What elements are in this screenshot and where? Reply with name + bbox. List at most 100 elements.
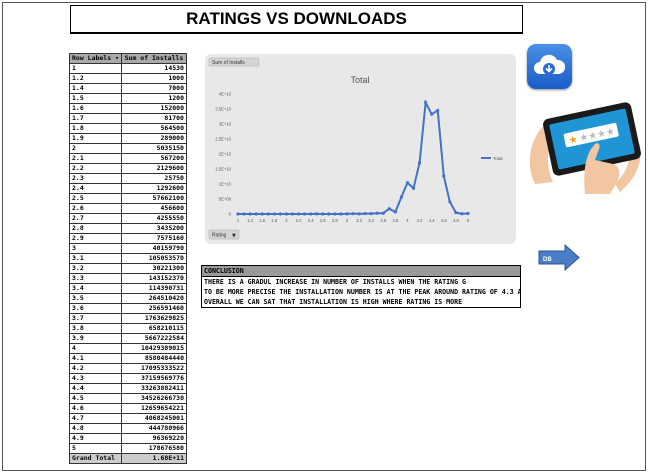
row-value: 17095333522 [120,363,187,374]
table-row[interactable]: 4.4 33263882411 [69,383,187,394]
table-row[interactable]: 4.8 444780966 [69,423,187,434]
y-tick-label: 1E+10 [219,182,232,187]
data-point [339,212,343,216]
table-row[interactable]: 4.1 8580484440 [69,353,187,364]
table-row[interactable]: 5 178676580 [69,443,187,454]
table-row[interactable]: 3.6 256591460 [69,303,187,314]
table-row[interactable]: 3.2 30221300 [69,263,187,274]
table-row[interactable]: 3 40159790 [69,243,187,254]
row-label: 3 [69,243,122,254]
row-label: 1.8 [69,123,122,134]
table-row[interactable]: 4.3 37159569776 [69,373,187,384]
row-label: 4.9 [69,433,122,444]
row-value: 256591460 [120,303,187,314]
rating-axis-field-label: Rating [212,233,227,239]
row-label: 4.2 [69,363,122,374]
table-row[interactable]: 3.7 1763629825 [69,313,187,324]
tablet-rating-illustration: ★ ★★★★ [525,94,645,199]
row-value: 5035150 [120,143,187,154]
table-row[interactable]: 4.5 34526266730 [69,393,187,404]
table-row[interactable]: 1.5 1200 [69,93,187,104]
table-row[interactable]: 1.7 81700 [69,113,187,124]
row-label: 2.4 [69,183,122,194]
table-row[interactable]: 2.3 25750 [69,173,187,184]
table-row[interactable]: 1.4 7000 [69,83,187,94]
table-row[interactable]: 4.9 96369220 [69,433,187,444]
conclusion-line-2: TO BE MORE PRECISE THE INSTALLATION NUMB… [201,287,521,297]
row-label: 3.3 [69,273,122,284]
row-label: 3.9 [69,333,122,344]
x-tick-label: 3 [346,218,349,223]
data-point [266,212,270,216]
filter-dropdown-icon[interactable]: ▾ [115,55,119,63]
table-row[interactable]: 3.8 658210115 [69,323,187,334]
row-value: 10429389015 [120,343,187,354]
table-row[interactable]: 3.9 5667222584 [69,333,187,344]
data-point [430,112,434,116]
db-arrow-shape[interactable]: DB [538,243,580,272]
row-label: 5 [69,443,122,454]
row-value: 30221300 [120,263,187,274]
table-row[interactable]: 1.9 289000 [69,133,187,144]
row-label: 2.1 [69,153,122,164]
table-row[interactable]: 2.8 3435200 [69,223,187,234]
table-row[interactable]: 2.6 456600 [69,203,187,214]
table-row[interactable]: 1 14530 [69,63,187,74]
row-label: 2.9 [69,233,122,244]
table-row[interactable]: 2.1 567200 [69,153,187,164]
y-tick-label: 2.5E+10 [215,137,231,142]
table-row[interactable]: 4.6 12659654221 [69,403,187,414]
row-label: 3.1 [69,253,122,264]
table-row[interactable]: 3.4 114390731 [69,283,187,294]
row-label: 3.7 [69,313,122,324]
table-row[interactable]: 1.2 1000 [69,73,187,84]
table-row[interactable]: 2.2 2129600 [69,163,187,174]
table-row[interactable]: 3.5 264510420 [69,293,187,304]
row-value: 37159569776 [120,373,187,384]
row-value: 658210115 [120,323,187,334]
row-label: 2.2 [69,163,122,174]
sum-installs-field-label: Sum of Installs [212,60,245,66]
data-point [321,212,325,216]
db-arrow-label: DB [543,257,552,263]
x-tick-label: 3.6 [380,218,386,223]
chart-title: Total [350,75,369,85]
row-label: 1.4 [69,83,122,94]
data-point [442,174,446,178]
table-row[interactable]: 1.8 564500 [69,123,187,134]
x-tick-label: 2.2 [296,218,302,223]
x-tick-label: 1 [237,218,240,223]
row-value: 114390731 [120,283,187,294]
x-tick-label: 2.8 [332,218,338,223]
data-point [411,186,416,190]
row-label: 4.5 [69,393,122,404]
row-value: 8580484440 [120,353,187,364]
row-value: 289000 [120,133,187,144]
table-row[interactable]: 1.6 152000 [69,103,187,114]
row-label: 4.7 [69,413,122,424]
row-label: 1.5 [69,93,122,104]
table-row[interactable]: 3.3 143152370 [69,273,187,284]
data-point [333,212,337,216]
row-value: 143152370 [120,273,187,284]
row-label: 1.9 [69,133,122,144]
table-row[interactable]: 4.2 17095333522 [69,363,187,374]
table-row[interactable]: 2 5035150 [69,143,187,154]
row-label: 1 [69,63,122,74]
table-row[interactable]: 2.9 7575160 [69,233,187,244]
data-point [369,212,373,216]
data-point [436,108,440,113]
table-row[interactable]: 2.5 57662100 [69,193,187,204]
table-row[interactable]: 4 10429389015 [69,343,187,354]
row-label: 4.3 [69,373,122,384]
row-labels-header[interactable]: Row Labels ▾ [69,53,122,64]
table-row[interactable]: 2.7 4255550 [69,213,187,224]
data-point [393,210,397,214]
row-value: 456600 [120,203,187,214]
table-row[interactable]: 3.1 105053570 [69,253,187,264]
row-label: 2.6 [69,203,122,214]
table-row[interactable]: 4.7 4068245001 [69,413,187,424]
pivot-chart[interactable]: Sum of Installs Rating ▼ Total 0 5E+09 1E+10 1.… [205,54,516,244]
x-tick-label: 1.8 [271,218,277,223]
table-row[interactable]: 2.4 1292600 [69,183,187,194]
